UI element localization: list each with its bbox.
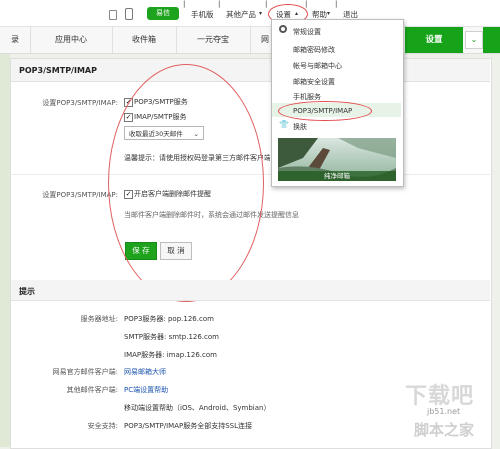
smtp-server: SMTP服务器: smtp.126.com <box>124 333 219 341</box>
official-client-label: 网易官方邮件客户端: <box>52 368 118 376</box>
shirt-icon: 👕 <box>279 120 289 129</box>
dropdown-arrow-icon[interactable] <box>109 10 117 20</box>
tab-settings[interactable]: 设置 <box>405 27 463 53</box>
chevron-down-icon: ▾ <box>327 10 331 17</box>
tab-inbox-overview[interactable]: 录 <box>0 27 31 53</box>
section-header <box>11 280 490 301</box>
separator: | <box>183 0 186 8</box>
tab-app-center[interactable]: 应用中心 <box>30 27 113 53</box>
separator: | <box>218 0 221 8</box>
row-label: 设置POP3/SMTP/IMAP: <box>42 191 118 199</box>
row-label: 设置POP3/SMTP/IMAP: <box>42 99 118 107</box>
separator: | <box>305 0 308 8</box>
mobile-help-text[interactable]: 移动端设置帮助（iOS、Android、Symbian） <box>124 403 270 413</box>
section-title: 提示 <box>19 287 35 296</box>
menu-item-account-center[interactable]: 帐号与邮箱中心 <box>293 61 342 71</box>
menu-item-general[interactable]: 常规设置 <box>293 27 321 37</box>
other-apps-link[interactable]: 其他产品 <box>226 9 256 20</box>
watermark-url: jb51.net <box>427 407 461 416</box>
left-strip <box>0 54 10 447</box>
separator: | <box>265 0 268 8</box>
phone-icon[interactable] <box>125 8 133 20</box>
server-address-label: 服务器地址: <box>80 315 118 323</box>
section-title: POP3/SMTP/IMAP <box>19 66 97 75</box>
chevron-down-icon[interactable]: ⌄ <box>465 31 483 49</box>
annotation-circle <box>108 64 264 302</box>
sms-button[interactable]: 易信 <box>147 7 179 20</box>
separator: | <box>335 0 338 8</box>
menu-item-password[interactable]: 邮箱密码修改 <box>293 45 335 55</box>
watermark-logo: 下载吧 <box>405 384 475 409</box>
watermark-site: 脚本之家 <box>414 421 475 439</box>
mobile-version-link[interactable]: 手机版 <box>191 9 214 20</box>
chevron-down-icon: ▾ <box>259 10 263 17</box>
pop3-server: POP3服务器: pop.126.com <box>124 315 214 323</box>
tab-one-yuan[interactable]: 一元夺宝 <box>176 27 251 53</box>
nav-accent <box>483 27 500 53</box>
gear-icon <box>279 25 287 33</box>
menu-item-skin[interactable]: 换肤 <box>293 122 307 132</box>
security-label: 安全支持: <box>87 422 118 430</box>
imap-server: IMAP服务器: imap.126.com <box>124 351 217 359</box>
security-value: POP3/SMTP/IMAP服务全部支持SSL连接 <box>124 422 253 430</box>
skin-caption: 纯净邮箱 <box>278 171 396 181</box>
other-client-label: 其他邮件客户端: <box>66 386 118 394</box>
pc-help-link[interactable]: PC端设置帮助 <box>124 385 168 395</box>
official-client-link[interactable]: 网易邮箱大师 <box>124 367 166 377</box>
annotation-circle <box>278 101 372 121</box>
tab-inbox[interactable]: 收件箱 <box>112 27 177 53</box>
menu-item-security[interactable]: 邮箱安全设置 <box>293 77 335 87</box>
